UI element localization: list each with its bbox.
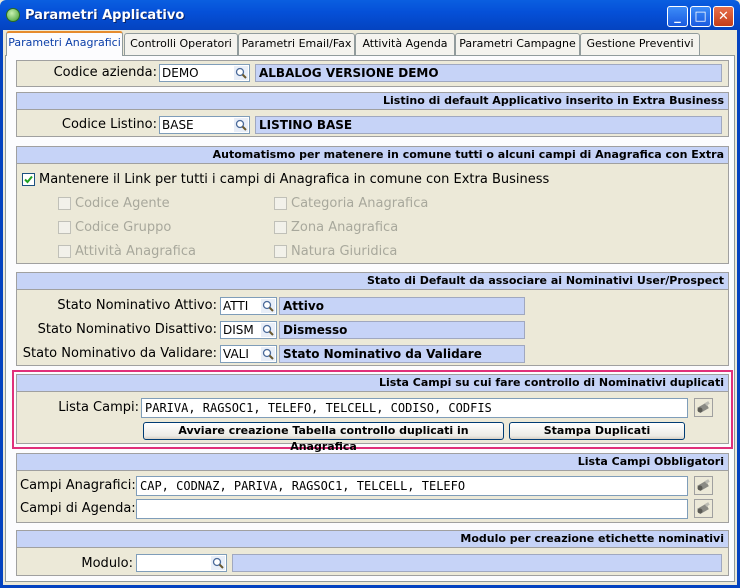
categoria-anagrafica-label: Categoria Anagrafica <box>291 196 429 211</box>
codice-azienda-field[interactable]: DEMO <box>159 64 250 82</box>
tab-controlli-operatori[interactable]: Controlli Operatori <box>124 33 238 55</box>
codice-listino-label: Codice Listino: <box>61 117 157 132</box>
edit-fields-button[interactable] <box>694 398 713 417</box>
stato-attivo-description: Attivo <box>279 297 525 315</box>
automatismo-header: Automatismo per matenere in comune tutti… <box>17 147 728 164</box>
stato-disattivo-code: DISM <box>223 323 254 337</box>
codice-azienda-value: DEMO <box>162 66 199 80</box>
lookup-icon[interactable] <box>261 323 275 337</box>
link-all-checkbox[interactable] <box>22 173 35 186</box>
stato-disattivo-field[interactable]: DISM <box>220 321 277 339</box>
stato-attivo-label: Stato Nominativo Attivo: <box>57 298 217 313</box>
title-bar[interactable]: Parametri Applicativo _ □ ✕ <box>0 0 740 30</box>
close-button[interactable]: ✕ <box>713 6 734 27</box>
stato-validare-label: Stato Nominativo da Validare: <box>22 346 217 361</box>
obbligatori-header: Lista Campi Obbligatori <box>17 454 728 471</box>
stato-disattivo-label: Stato Nominativo Disattivo: <box>37 322 217 337</box>
listino-header: Listino di default Applicativo inserito … <box>17 93 728 110</box>
link-all-label: Mantenere il Link per tutti i campi di A… <box>39 172 550 187</box>
modulo-header: Modulo per creazione etichette nominativ… <box>17 531 728 548</box>
zona-anagrafica-checkbox[interactable] <box>274 221 287 234</box>
natura-giuridica-checkbox[interactable] <box>274 245 287 258</box>
codice-listino-value: BASE <box>162 118 194 132</box>
edit-agenda-button[interactable] <box>694 499 713 518</box>
tool-icon <box>697 502 710 515</box>
codice-agente-checkbox[interactable] <box>58 197 71 210</box>
modulo-description <box>232 554 722 572</box>
campi-anagrafici-input[interactable]: CAP, CODNAZ, PARIVA, RAGSOC1, TELCELL, T… <box>136 476 688 496</box>
tool-icon <box>697 479 710 492</box>
modulo-field[interactable] <box>136 554 227 572</box>
lookup-icon[interactable] <box>261 347 275 361</box>
categoria-anagrafica-checkbox[interactable] <box>274 197 287 210</box>
duplicati-header: Lista Campi su cui fare controllo di Nom… <box>17 375 728 392</box>
tab-parametri-anagrafici[interactable]: Parametri Anagrafici <box>6 31 123 56</box>
avviare-creazione-button[interactable]: Avviare creazione Tabella controllo dupl… <box>143 422 504 453</box>
edit-anagrafici-button[interactable] <box>694 476 713 495</box>
azienda-description: ALBALOG VERSIONE DEMO <box>255 64 722 82</box>
codice-azienda-label: Codice azienda: <box>53 65 157 80</box>
window-title: Parametri Applicativo <box>25 8 185 23</box>
maximize-button[interactable]: □ <box>690 6 711 27</box>
tab-parametri-email-fax[interactable]: Parametri Email/Fax <box>238 33 355 55</box>
tab-parametri-campagne[interactable]: Parametri Campagne <box>455 33 580 55</box>
lookup-icon[interactable] <box>234 66 248 80</box>
modulo-label: Modulo: <box>81 556 133 571</box>
stato-header: Stato di Default da associare ai Nominat… <box>17 273 728 290</box>
natura-giuridica-label: Natura Giuridica <box>291 244 398 259</box>
lookup-icon[interactable] <box>234 118 248 132</box>
tool-icon <box>697 401 710 414</box>
zona-anagrafica-label: Zona Anagrafica <box>291 220 399 235</box>
codice-agente-label: Codice Agente <box>75 196 170 211</box>
tab-gestione-preventivi[interactable]: Gestione Preventivi <box>580 33 700 55</box>
codice-gruppo-checkbox[interactable] <box>58 221 71 234</box>
lookup-icon[interactable] <box>211 556 225 570</box>
stato-disattivo-description: Dismesso <box>279 321 525 339</box>
campi-agenda-input[interactable] <box>136 499 688 519</box>
codice-listino-field[interactable]: BASE <box>159 116 250 134</box>
minimize-button[interactable]: _ <box>667 6 688 27</box>
codice-gruppo-label: Codice Gruppo <box>75 220 172 235</box>
attivita-anagrafica-checkbox[interactable] <box>58 245 71 258</box>
listino-description: LISTINO BASE <box>255 116 722 134</box>
lookup-icon[interactable] <box>261 299 275 313</box>
checkmark-icon <box>24 175 33 184</box>
stato-validare-field[interactable]: VALI <box>220 345 277 363</box>
stato-attivo-field[interactable]: ATTI <box>220 297 277 315</box>
stato-validare-code: VALI <box>223 347 249 361</box>
stampa-duplicati-button[interactable]: Stampa Duplicati <box>509 422 685 440</box>
lista-campi-label: Lista Campi: <box>58 400 139 415</box>
stato-validare-description: Stato Nominativo da Validare <box>279 345 525 363</box>
campi-agenda-label: Campi di Agenda: <box>20 501 136 516</box>
stato-attivo-code: ATTI <box>223 299 249 313</box>
app-icon <box>6 8 20 22</box>
lista-campi-input[interactable]: PARIVA, RAGSOC1, TELEFO, TELCELL, CODISO… <box>141 398 688 418</box>
attivita-anagrafica-label: Attività Anagrafica <box>75 244 196 259</box>
tab-attivita-agenda[interactable]: Attività Agenda <box>355 33 455 55</box>
campi-anagrafici-label: Campi Anagrafici: <box>20 478 136 493</box>
